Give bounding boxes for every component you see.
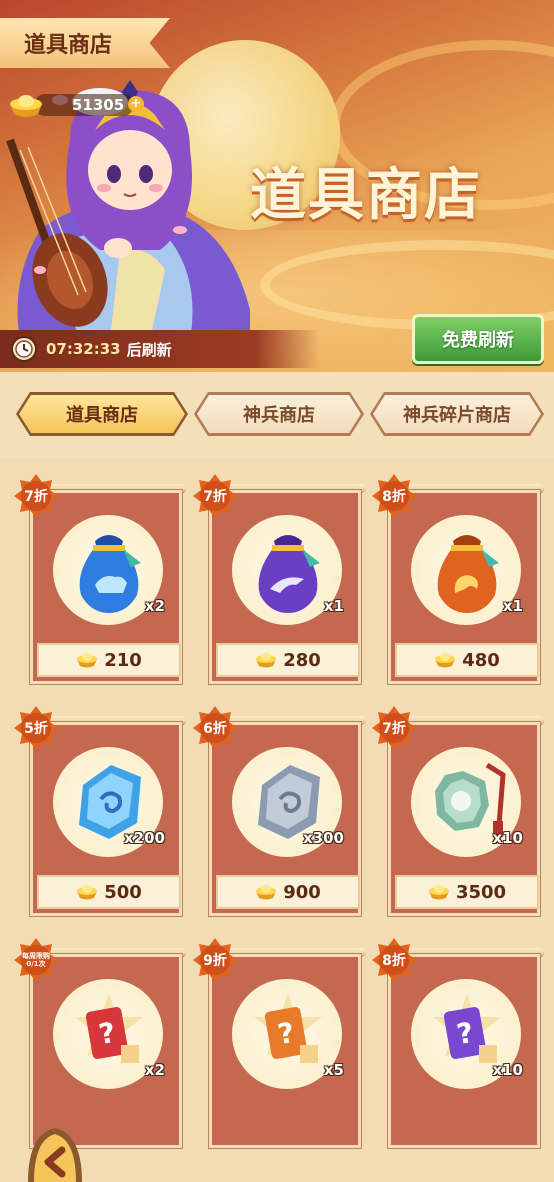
item-price: 500: [104, 881, 142, 903]
discount-badge: 8折: [372, 938, 416, 982]
gold-ingot-icon: [77, 653, 98, 668]
gold-ingot-icon: [10, 95, 42, 117]
shop-item-grid: x2 210 7折 x1 280 7折 x1 480 8折 x200 500 5…: [0, 458, 554, 1182]
price-tag: 900: [216, 875, 360, 909]
price-tag: 210: [37, 643, 181, 677]
free-refresh-button[interactable]: 免费刷新: [412, 314, 544, 364]
discount-badge: 9折: [193, 938, 237, 982]
discount-text: 8折: [382, 489, 406, 505]
shop-item-card[interactable]: x1 280 7折: [193, 474, 365, 684]
item-quantity: x1: [323, 597, 344, 615]
discount-badge: 7折: [193, 474, 237, 518]
discount-text: 9折: [203, 953, 227, 969]
orange-phoenix-bag-icon: [437, 535, 499, 613]
price-tag: 500: [37, 875, 181, 909]
item-price: 280: [283, 649, 321, 671]
tab-label: 神兵商店: [243, 405, 315, 426]
banner-title: 道具商店: [250, 162, 482, 228]
item-quantity: x1: [502, 597, 523, 615]
shop-title-tab: 道具商店: [0, 18, 170, 68]
gold-ingot-icon: [435, 653, 456, 668]
item-quantity: x5: [323, 1061, 344, 1079]
refresh-timer: 07:32:33 后刷新: [0, 330, 320, 368]
timer-value: 07:32:33: [46, 340, 121, 358]
tab-weapon-shop[interactable]: 神兵商店: [194, 392, 364, 436]
shop-item-card[interactable]: ? x10 8折: [372, 938, 544, 1148]
purple-crane-bag-icon: [258, 535, 320, 613]
back-button[interactable]: [18, 1124, 92, 1182]
shop-item-card[interactable]: ? x2 每周限购0/1次: [14, 938, 186, 1148]
gold-ingot-icon: [428, 885, 449, 900]
gold-ingot-balance[interactable]: 51305 +: [8, 90, 144, 120]
timer-suffix: 后刷新: [126, 340, 172, 359]
orange-mystery-card-icon: ?: [254, 993, 322, 1063]
discount-badge: 5折: [14, 706, 58, 750]
shop-title-text: 道具商店: [24, 33, 113, 58]
discount-badge: 7折: [372, 706, 416, 750]
discount-badge: 7折: [14, 474, 58, 518]
price-tag: 480: [395, 643, 539, 677]
shop-tabs: 道具商店 神兵商店 神兵碎片商店: [0, 372, 554, 458]
discount-text: 8折: [382, 953, 406, 969]
price-tag: 280: [216, 643, 360, 677]
item-quantity: x10: [492, 829, 523, 847]
item-quantity: x10: [492, 1061, 523, 1079]
discount-text: 5折: [24, 721, 48, 737]
item-quantity: x200: [124, 829, 165, 847]
price-tag: 3500: [395, 875, 539, 909]
discount-badge: 6折: [193, 706, 237, 750]
gold-ingot-icon: [256, 653, 277, 668]
item-quantity: x300: [303, 829, 344, 847]
item-price: 900: [283, 881, 321, 903]
discount-text: 7折: [24, 489, 48, 505]
shop-item-card[interactable]: x2 210 7折: [14, 474, 186, 684]
shop-banner: 道具商店 51305 + 道具商店 07:32:33 后刷新 免费刷新: [0, 0, 554, 372]
shop-item-card[interactable]: x10 3500 7折: [372, 706, 544, 916]
shop-item-card[interactable]: x200 500 5折: [14, 706, 186, 916]
weekly-limit-badge: 每周限购0/1次: [14, 938, 58, 982]
shop-item-card[interactable]: ? x5 9折: [193, 938, 365, 1148]
item-price: 480: [462, 649, 500, 671]
gold-ingot-icon: [256, 885, 277, 900]
discount-text: 7折: [382, 721, 406, 737]
gold-amount: 51305: [72, 96, 125, 114]
shop-item-card[interactable]: x1 480 8折: [372, 474, 544, 684]
tab-weapon-fragment-shop[interactable]: 神兵碎片商店: [370, 392, 544, 436]
item-price: 210: [104, 649, 142, 671]
tab-label: 道具商店: [66, 405, 138, 426]
gold-ingot-icon: [77, 885, 98, 900]
tab-label: 神兵碎片商店: [403, 405, 511, 426]
item-quantity: x2: [144, 597, 165, 615]
shop-item-card[interactable]: x300 900 6折: [193, 706, 365, 916]
clock-icon: [11, 336, 37, 362]
tab-item-shop[interactable]: 道具商店: [16, 392, 188, 436]
item-quantity: x2: [144, 1061, 165, 1079]
discount-text: 6折: [203, 721, 227, 737]
weekly-limit-text: 每周限购0/1次: [22, 952, 50, 968]
discount-badge: 8折: [372, 474, 416, 518]
add-gold-button[interactable]: +: [128, 96, 144, 112]
red-mystery-card-icon: ?: [75, 993, 143, 1063]
blue-qilin-bag-icon: [79, 535, 141, 613]
discount-text: 7折: [203, 489, 227, 505]
item-price: 3500: [455, 881, 507, 903]
